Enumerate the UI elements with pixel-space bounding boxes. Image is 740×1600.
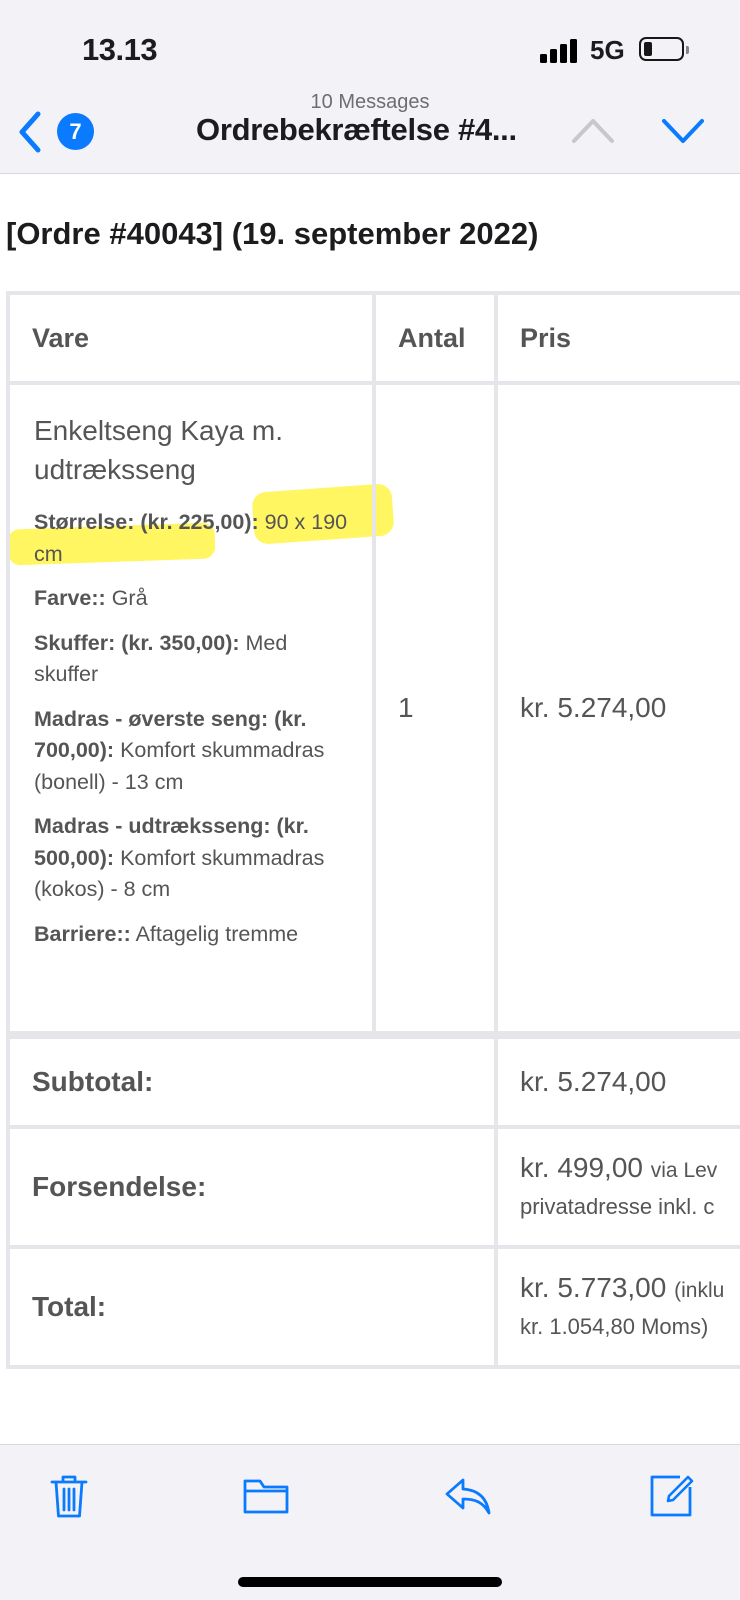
network-type: 5G (590, 35, 625, 65)
back-chevron-icon[interactable] (14, 108, 46, 156)
shipping-label: Forsendelse: (6, 1125, 498, 1249)
table-header-row: Vare Antal Pris (6, 291, 740, 385)
total-row: Total: kr. 5.773,00 (inklu kr. 1.054,80 … (6, 1245, 740, 1369)
order-table: Vare Antal Pris Enkeltseng Kaya m. udtræ… (6, 291, 740, 1369)
item-price: kr. 5.274,00 (494, 381, 740, 1037)
attribute-color: Farve:: Grå (34, 586, 148, 610)
subtotal-value: kr. 5.274,00 (494, 1031, 740, 1129)
cellular-signal-icon (540, 37, 580, 63)
trash-icon[interactable] (44, 1471, 94, 1521)
header-qty: Antal (372, 291, 498, 385)
compose-icon[interactable] (646, 1471, 696, 1521)
product-name: Enkeltseng Kaya m. udtræksseng (34, 415, 284, 485)
header-item: Vare (6, 291, 376, 385)
shipping-value: kr. 499,00 via Lev privatadresse inkl. c (494, 1125, 740, 1249)
top-bar: 13.13 5G 7 10 Messages Ordrebekræftelse … (0, 0, 740, 174)
order-heading: [Ordre #40043] (19. september 2022) (6, 216, 539, 251)
attribute-barrier: Barriere:: Aftagelig tremme (34, 921, 299, 946)
attribute-trundle-mattress: Madras - udtræksseng: (kr. 500,00): Komf… (34, 814, 325, 901)
reply-icon[interactable] (443, 1471, 493, 1521)
folder-icon[interactable] (241, 1471, 291, 1521)
email-subject: Ordrebekræftelse #4... (196, 112, 517, 147)
previous-message-icon[interactable] (570, 115, 616, 145)
attribute-size: Størrelse: (kr. 225,00): 90 x 190 cm (34, 510, 348, 566)
total-value: kr. 5.773,00 (inklu kr. 1.054,80 Moms) (494, 1245, 740, 1369)
item-cell: Enkeltseng Kaya m. udtræksseng Størrelse… (6, 381, 376, 1037)
status-time: 13.13 (82, 32, 158, 67)
attribute-drawers: Skuffer: (kr. 350,00): Med skuffer (34, 630, 288, 687)
next-message-icon[interactable] (660, 115, 706, 145)
message-count: 10 Messages (310, 91, 430, 113)
table-row: Enkeltseng Kaya m. udtræksseng Størrelse… (6, 381, 740, 1037)
total-label: Total: (6, 1245, 498, 1369)
subtotal-label: Subtotal: (6, 1031, 498, 1129)
shipping-row: Forsendelse: kr. 499,00 via Lev privatad… (6, 1125, 740, 1249)
unread-badge[interactable]: 7 (57, 113, 94, 150)
subtotal-row: Subtotal: kr. 5.274,00 (6, 1031, 740, 1129)
header-price: Pris (494, 291, 740, 385)
home-indicator[interactable] (238, 1577, 502, 1587)
item-quantity: 1 (372, 381, 498, 1037)
attribute-top-mattress: Madras - øverste seng: (kr. 700,00): Kom… (34, 706, 325, 794)
battery-icon (639, 37, 689, 61)
